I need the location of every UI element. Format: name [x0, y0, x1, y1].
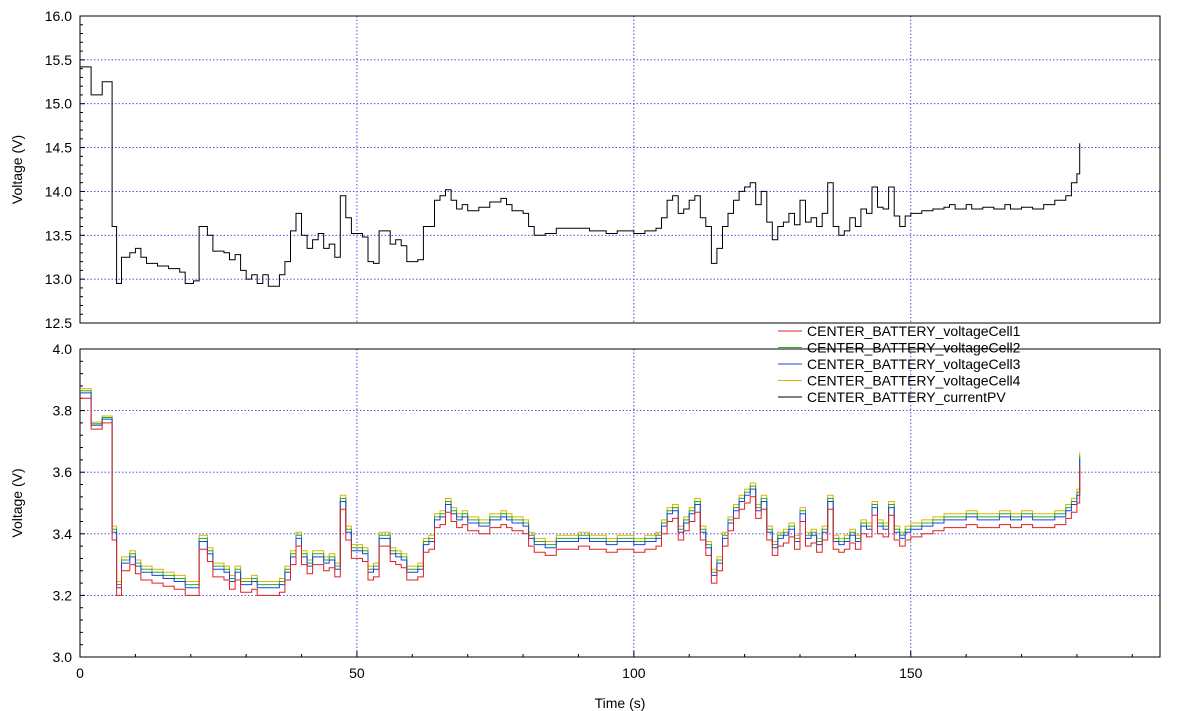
top-ytick-label: 15.5 — [45, 52, 72, 68]
bottom-ytick-label: 3.0 — [53, 649, 73, 665]
bottom-ytick-label: 4.0 — [53, 341, 73, 357]
series-line-CENTER_BATTERY_voltageCell2 — [80, 390, 1081, 586]
top-ytick-label: 13.0 — [45, 271, 72, 287]
bottom-ytick-label: 3.4 — [53, 526, 73, 542]
top-y-axis-title: Voltage (V) — [9, 135, 25, 204]
chart-legend: CENTER_BATTERY_voltageCell1CENTER_BATTER… — [778, 323, 1021, 405]
x-axis: 0 50 100 150 Time (s) — [76, 651, 1133, 711]
legend-label: CENTER_BATTERY_voltageCell4 — [807, 373, 1021, 389]
top-ytick-label: 14.0 — [45, 183, 72, 199]
bottom-ytick-label: 3.8 — [53, 403, 73, 419]
series-line-CENTER_BATTERY_currentPV — [80, 66, 1081, 287]
x-tick-label: 0 — [76, 665, 84, 681]
legend-label: CENTER_BATTERY_currentPV — [807, 389, 1006, 405]
top-ytick-label: 13.5 — [45, 227, 72, 243]
bottom-y-axis-title: Voltage (V) — [9, 468, 25, 537]
top-ytick-label: 14.5 — [45, 140, 72, 156]
top-voltage-panel: 12.5 13.0 13.5 14.0 14.5 15.0 15.5 16.0 Voltage … — [9, 8, 1161, 331]
bottom-ytick-label: 3.2 — [53, 587, 73, 603]
top-frame — [79, 15, 1161, 324]
x-axis-title: Time (s) — [595, 695, 646, 711]
legend-label: CENTER_BATTERY_voltageCell1 — [807, 323, 1021, 339]
top-ytick-label: 15.0 — [45, 96, 72, 112]
x-tick-label: 150 — [899, 665, 923, 681]
chart-figure: 12.5 13.0 13.5 14.0 14.5 15.0 15.5 16.0 Voltage … — [9, 8, 1161, 711]
series-line-CENTER_BATTERY_voltageCell4 — [80, 388, 1081, 582]
series-line-CENTER_BATTERY_voltageCell3 — [80, 392, 1081, 589]
bottom-ytick-label: 3.6 — [53, 464, 73, 480]
legend-label: CENTER_BATTERY_voltageCell2 — [807, 340, 1021, 356]
top-ytick-label: 12.5 — [45, 315, 72, 331]
x-tick-label: 100 — [622, 665, 646, 681]
legend-label: CENTER_BATTERY_voltageCell3 — [807, 356, 1021, 372]
top-ytick-label: 16.0 — [45, 8, 72, 24]
x-tick-label: 50 — [349, 665, 365, 681]
